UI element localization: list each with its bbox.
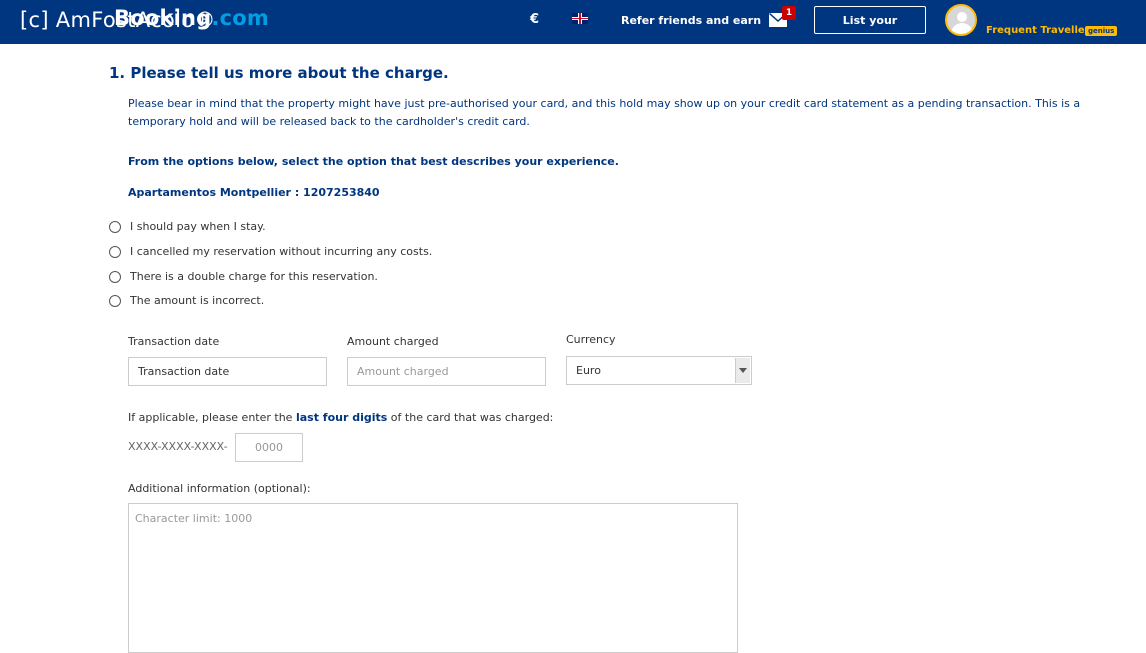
card-number-prefix: XXXX-XXXX-XXXX-: [128, 440, 228, 453]
currency-value: Euro: [576, 364, 601, 377]
section-heading: 1. Please tell us more about the charge.: [109, 64, 449, 82]
card-digits-instruction: If applicable, please enter the last fou…: [128, 411, 553, 424]
radio-button[interactable]: [109, 221, 121, 233]
amount-charged-label: Amount charged: [347, 335, 439, 348]
avatar[interactable]: [945, 4, 977, 36]
top-navigation-bar: Booking.com [c] AmFostAcolo® € Refer fri…: [0, 0, 1146, 55]
uk-flag-icon[interactable]: [572, 13, 588, 24]
card-text-before: If applicable, please enter the: [128, 411, 296, 424]
transaction-date-label: Transaction date: [128, 335, 220, 348]
genius-badge: genius: [1085, 26, 1118, 36]
radio-label[interactable]: I should pay when I stay.: [130, 220, 266, 233]
radio-label[interactable]: The amount is incorrect.: [130, 294, 264, 307]
user-name[interactable]: Frequent Traveller: [986, 25, 1090, 36]
refer-friends-link[interactable]: Refer friends and earn: [621, 14, 761, 27]
property-reference: Apartamentos Montpellier : 1207253840: [128, 186, 380, 199]
logo-domain: .com: [211, 6, 269, 30]
amount-placeholder: Amount charged: [357, 365, 449, 378]
additional-info-label: Additional information (optional):: [128, 482, 311, 495]
currency-selector[interactable]: €: [530, 12, 539, 27]
radio-button[interactable]: [109, 271, 121, 283]
card-text-after: of the card that was charged:: [387, 411, 554, 424]
card-text-bold: last four digits: [295, 411, 388, 424]
messages-count-badge: 1: [782, 6, 796, 20]
radio-button[interactable]: [109, 246, 121, 258]
currency-label: Currency: [566, 333, 616, 346]
radio-label[interactable]: I cancelled my reservation without incur…: [130, 245, 432, 258]
instruction-text: From the options below, select the optio…: [128, 155, 619, 168]
radio-button[interactable]: [109, 295, 121, 307]
transaction-date-field[interactable]: Transaction date: [128, 357, 327, 386]
currency-select[interactable]: Euro: [566, 356, 752, 385]
watermark: [c] AmFostAcolo®: [20, 8, 216, 32]
card-last-four-input[interactable]: 0000: [235, 433, 303, 462]
intro-text: Please bear in mind that the property mi…: [128, 97, 1081, 128]
radio-label[interactable]: There is a double charge for this reserv…: [130, 270, 378, 283]
amount-charged-field[interactable]: Amount charged: [347, 357, 546, 386]
list-your-property-button[interactable]: List your property: [814, 6, 926, 55]
chevron-down-icon[interactable]: [735, 358, 750, 383]
additional-info-textarea[interactable]: Character limit: 1000: [128, 503, 738, 653]
